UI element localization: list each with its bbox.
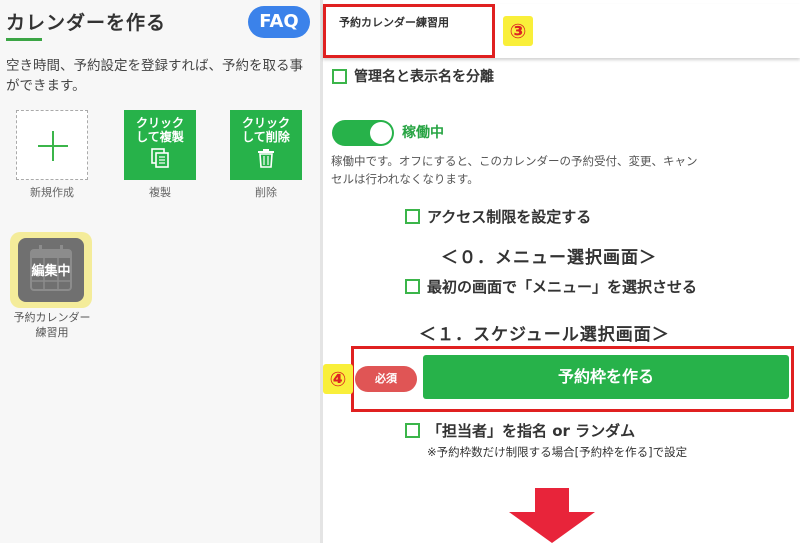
staff-option-label: 「担当者」を指名 or ランダム bbox=[427, 422, 636, 440]
annotation-badge-4: ④ bbox=[323, 364, 353, 394]
calendar-sidebar: カレンダーを作る FAQ 空き時間、予約設定を登録すれば、予約を取る事ができます… bbox=[0, 0, 320, 543]
active-toggle[interactable] bbox=[332, 120, 394, 146]
title-underline bbox=[6, 38, 42, 41]
sidebar-description: 空き時間、予約設定を登録すれば、予約を取る事ができます。 bbox=[6, 58, 303, 94]
delete-calendar-label: 削除 bbox=[255, 186, 277, 199]
separate-names-option[interactable]: 管理名と表示名を分離 bbox=[332, 66, 494, 86]
copy-calendar-button[interactable]: クリック して複製 bbox=[124, 110, 196, 180]
copy-calendar-label: 複製 bbox=[149, 186, 171, 199]
separate-names-label: 管理名と表示名を分離 bbox=[354, 69, 494, 85]
copy-button-text-top: クリック bbox=[135, 116, 184, 130]
calendar-settings: 予約カレンダー練習用 ③ 管理名と表示名を分離 稼働中 稼働中です。オフにすると… bbox=[323, 0, 800, 543]
editing-badge: 編集中 bbox=[31, 264, 71, 279]
slot-limit-note: ※予約枠数だけ制限する場合[予約枠を作る]で設定 bbox=[427, 445, 688, 459]
select-menu-label: 最初の画面で「メニュー」を選択させる bbox=[427, 278, 698, 296]
editing-calendar-name-line1: 予約カレンダー bbox=[13, 311, 91, 324]
make-slots-button[interactable]: 予約枠を作る bbox=[423, 355, 789, 399]
annotation-badge-3: ③ bbox=[503, 16, 533, 46]
faq-button[interactable]: FAQ bbox=[248, 6, 310, 38]
new-calendar-label: 新規作成 bbox=[30, 186, 74, 199]
select-menu-option[interactable]: 最初の画面で「メニュー」を選択させる bbox=[405, 276, 697, 297]
staff-checkbox[interactable] bbox=[405, 423, 420, 438]
trash-icon bbox=[258, 149, 274, 168]
delete-calendar-button[interactable]: クリック して削除 bbox=[230, 110, 302, 180]
required-badge: 必須 bbox=[355, 366, 417, 392]
access-limit-option[interactable]: アクセス制限を設定する bbox=[405, 206, 591, 227]
copy-calendar-tile[interactable]: クリック して複製 複製 bbox=[124, 110, 196, 200]
section-schedule-select: ＜１．スケジュール選択画面＞ bbox=[419, 325, 670, 345]
access-limit-checkbox[interactable] bbox=[405, 209, 420, 224]
delete-button-text-top: クリック bbox=[241, 116, 290, 130]
section-menu-select: ＜０．メニュー選択画面＞ bbox=[441, 248, 657, 268]
sidebar-title: カレンダーを作る bbox=[6, 12, 167, 34]
delete-calendar-tile[interactable]: クリック して削除 削除 bbox=[230, 110, 302, 200]
editing-calendar-name: 予約カレンダー 練習用 bbox=[4, 310, 100, 340]
active-toggle-description: 稼働中です。オフにすると、このカレンダーの予約受付、変更、キャンセルは行われなく… bbox=[331, 154, 698, 186]
new-calendar-tile[interactable]: 新規作成 bbox=[16, 110, 88, 200]
toggle-knob bbox=[370, 122, 392, 144]
active-toggle-label: 稼働中 bbox=[402, 125, 444, 141]
staff-option[interactable]: 「担当者」を指名 or ランダム bbox=[405, 420, 635, 441]
annotation-box-3 bbox=[323, 4, 495, 58]
new-calendar-button[interactable] bbox=[16, 110, 88, 180]
separate-names-checkbox[interactable] bbox=[332, 68, 347, 84]
access-limit-label: アクセス制限を設定する bbox=[427, 208, 592, 226]
delete-button-text-bottom: して削除 bbox=[242, 130, 290, 144]
copy-button-text-bottom: して複製 bbox=[136, 130, 184, 144]
copy-icon bbox=[151, 148, 169, 168]
arrow-down-icon bbox=[509, 488, 595, 543]
select-menu-checkbox[interactable] bbox=[405, 279, 420, 294]
editing-calendar-name-line2: 練習用 bbox=[35, 326, 69, 339]
